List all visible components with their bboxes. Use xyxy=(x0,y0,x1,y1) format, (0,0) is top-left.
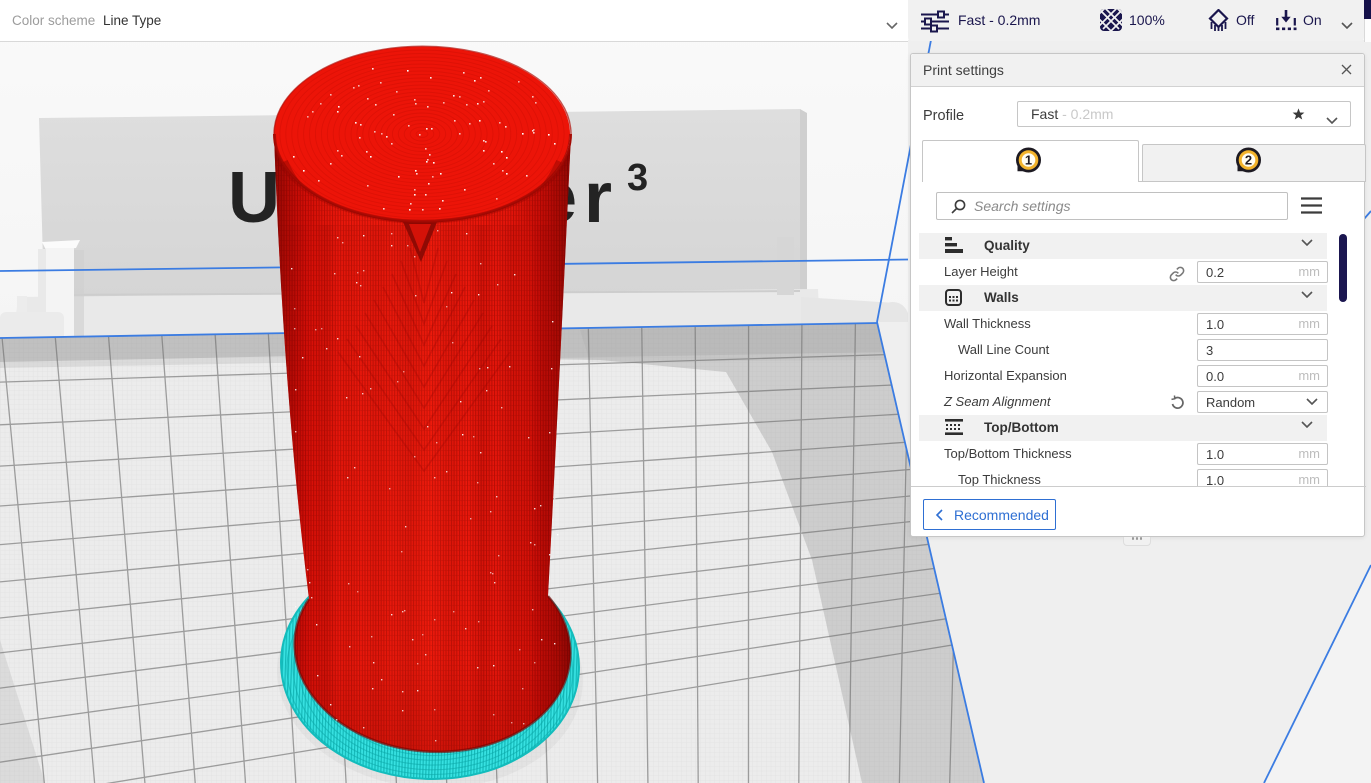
svg-text:3: 3 xyxy=(627,157,648,199)
svg-text:1: 1 xyxy=(1025,153,1032,168)
svg-text:2: 2 xyxy=(1245,153,1252,168)
